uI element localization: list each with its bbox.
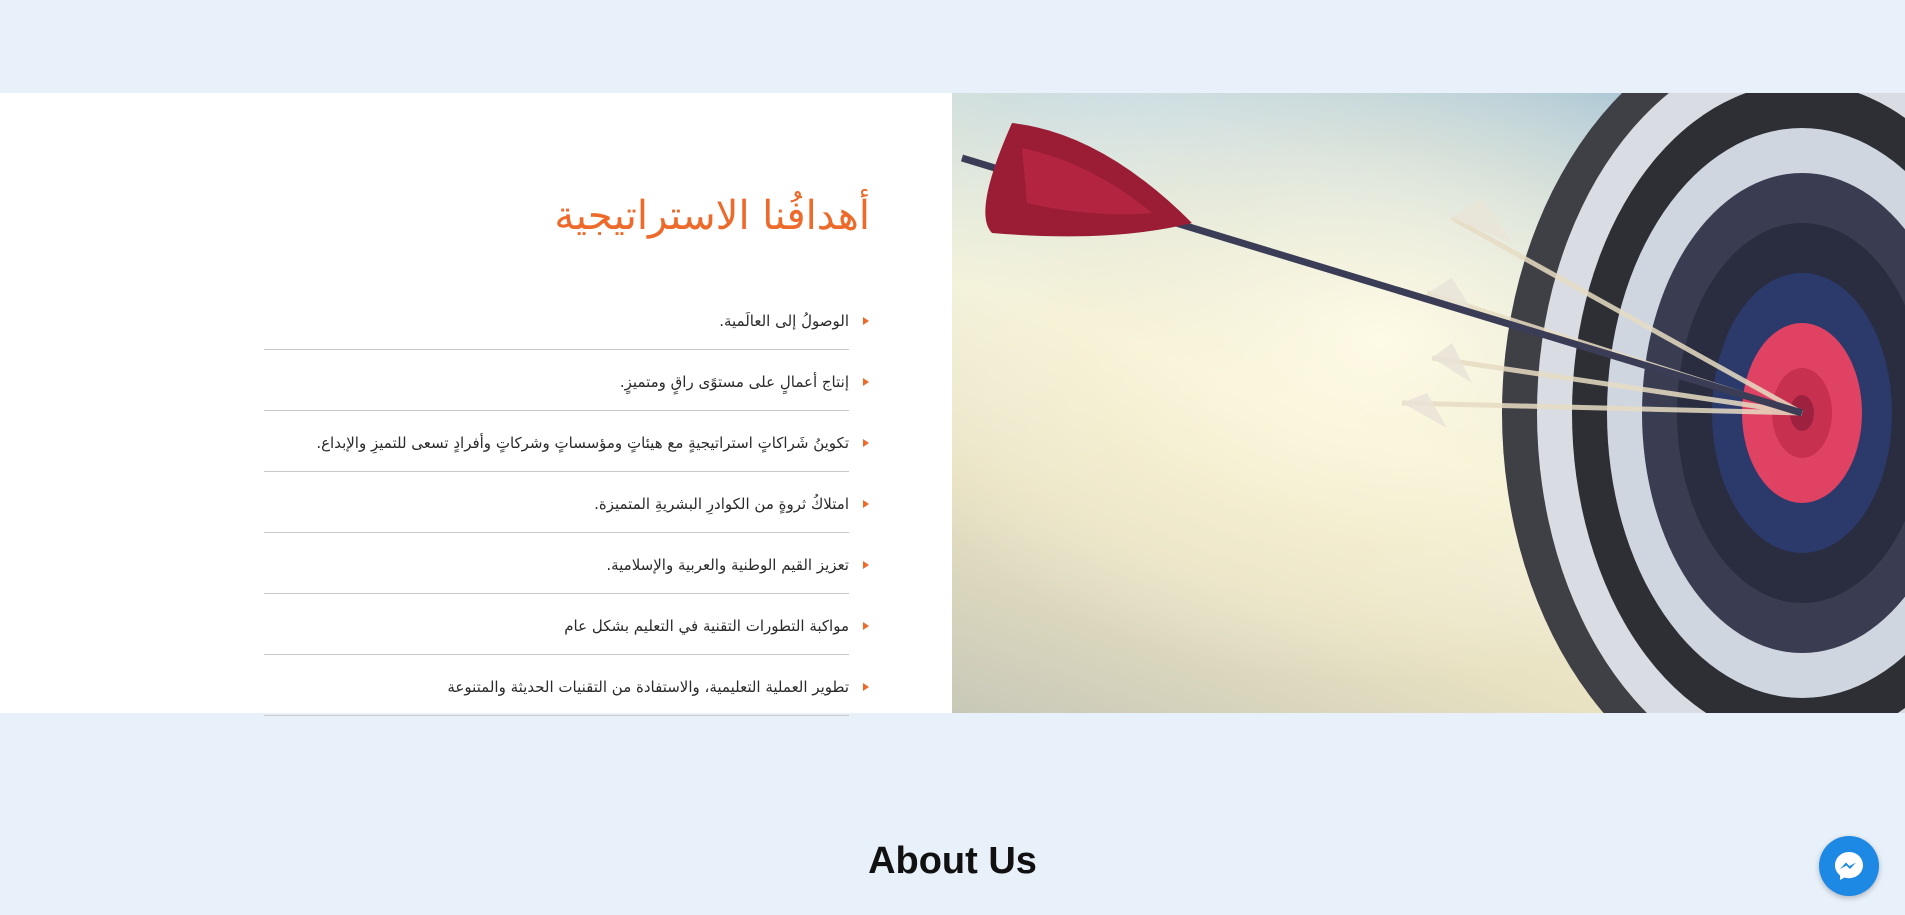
target-illustration bbox=[952, 93, 1905, 713]
messenger-chat-button[interactable] bbox=[1819, 836, 1879, 896]
goals-list: الوصولُ إلى العالَمية. إنتاج أعمالٍ على … bbox=[264, 289, 869, 716]
messenger-icon bbox=[1835, 852, 1863, 880]
goal-item: تطوير العملية التعليمية، والاستفادة من ا… bbox=[264, 655, 869, 716]
bullet-icon bbox=[863, 317, 869, 325]
goal-item: الوصولُ إلى العالَمية. bbox=[264, 289, 869, 350]
goal-item: إنتاج أعمالٍ على مستوًى راقٍ ومتميزٍ. bbox=[264, 350, 869, 411]
goal-item: تكوينُ شَراكاتٍ استراتيجيةٍ مع هيئاتٍ وم… bbox=[264, 411, 869, 472]
bullet-icon bbox=[863, 500, 869, 508]
goal-item: تعزيز القيم الوطنية والعربية والإسلامية. bbox=[264, 533, 869, 594]
strategic-goals-section: أهدافُنا الاستراتيجية الوصولُ إلى العالَ… bbox=[0, 93, 1905, 716]
archery-target-image bbox=[952, 93, 1905, 713]
goals-title: أهدافُنا الاستراتيجية bbox=[554, 193, 870, 239]
goal-item: امتلاكُ ثروةٍ من الكوادرِ البشريةِ المتم… bbox=[264, 472, 869, 533]
bullet-icon bbox=[863, 439, 869, 447]
bullet-icon bbox=[863, 683, 869, 691]
goal-item: مواكبة التطورات التقنية في التعليم بشكل … bbox=[264, 594, 869, 655]
bullet-icon bbox=[863, 561, 869, 569]
bullet-icon bbox=[863, 378, 869, 386]
bullet-icon bbox=[863, 622, 869, 630]
about-us-title: About Us bbox=[868, 840, 1037, 882]
goals-text-panel: أهدافُنا الاستراتيجية الوصولُ إلى العالَ… bbox=[0, 93, 952, 716]
